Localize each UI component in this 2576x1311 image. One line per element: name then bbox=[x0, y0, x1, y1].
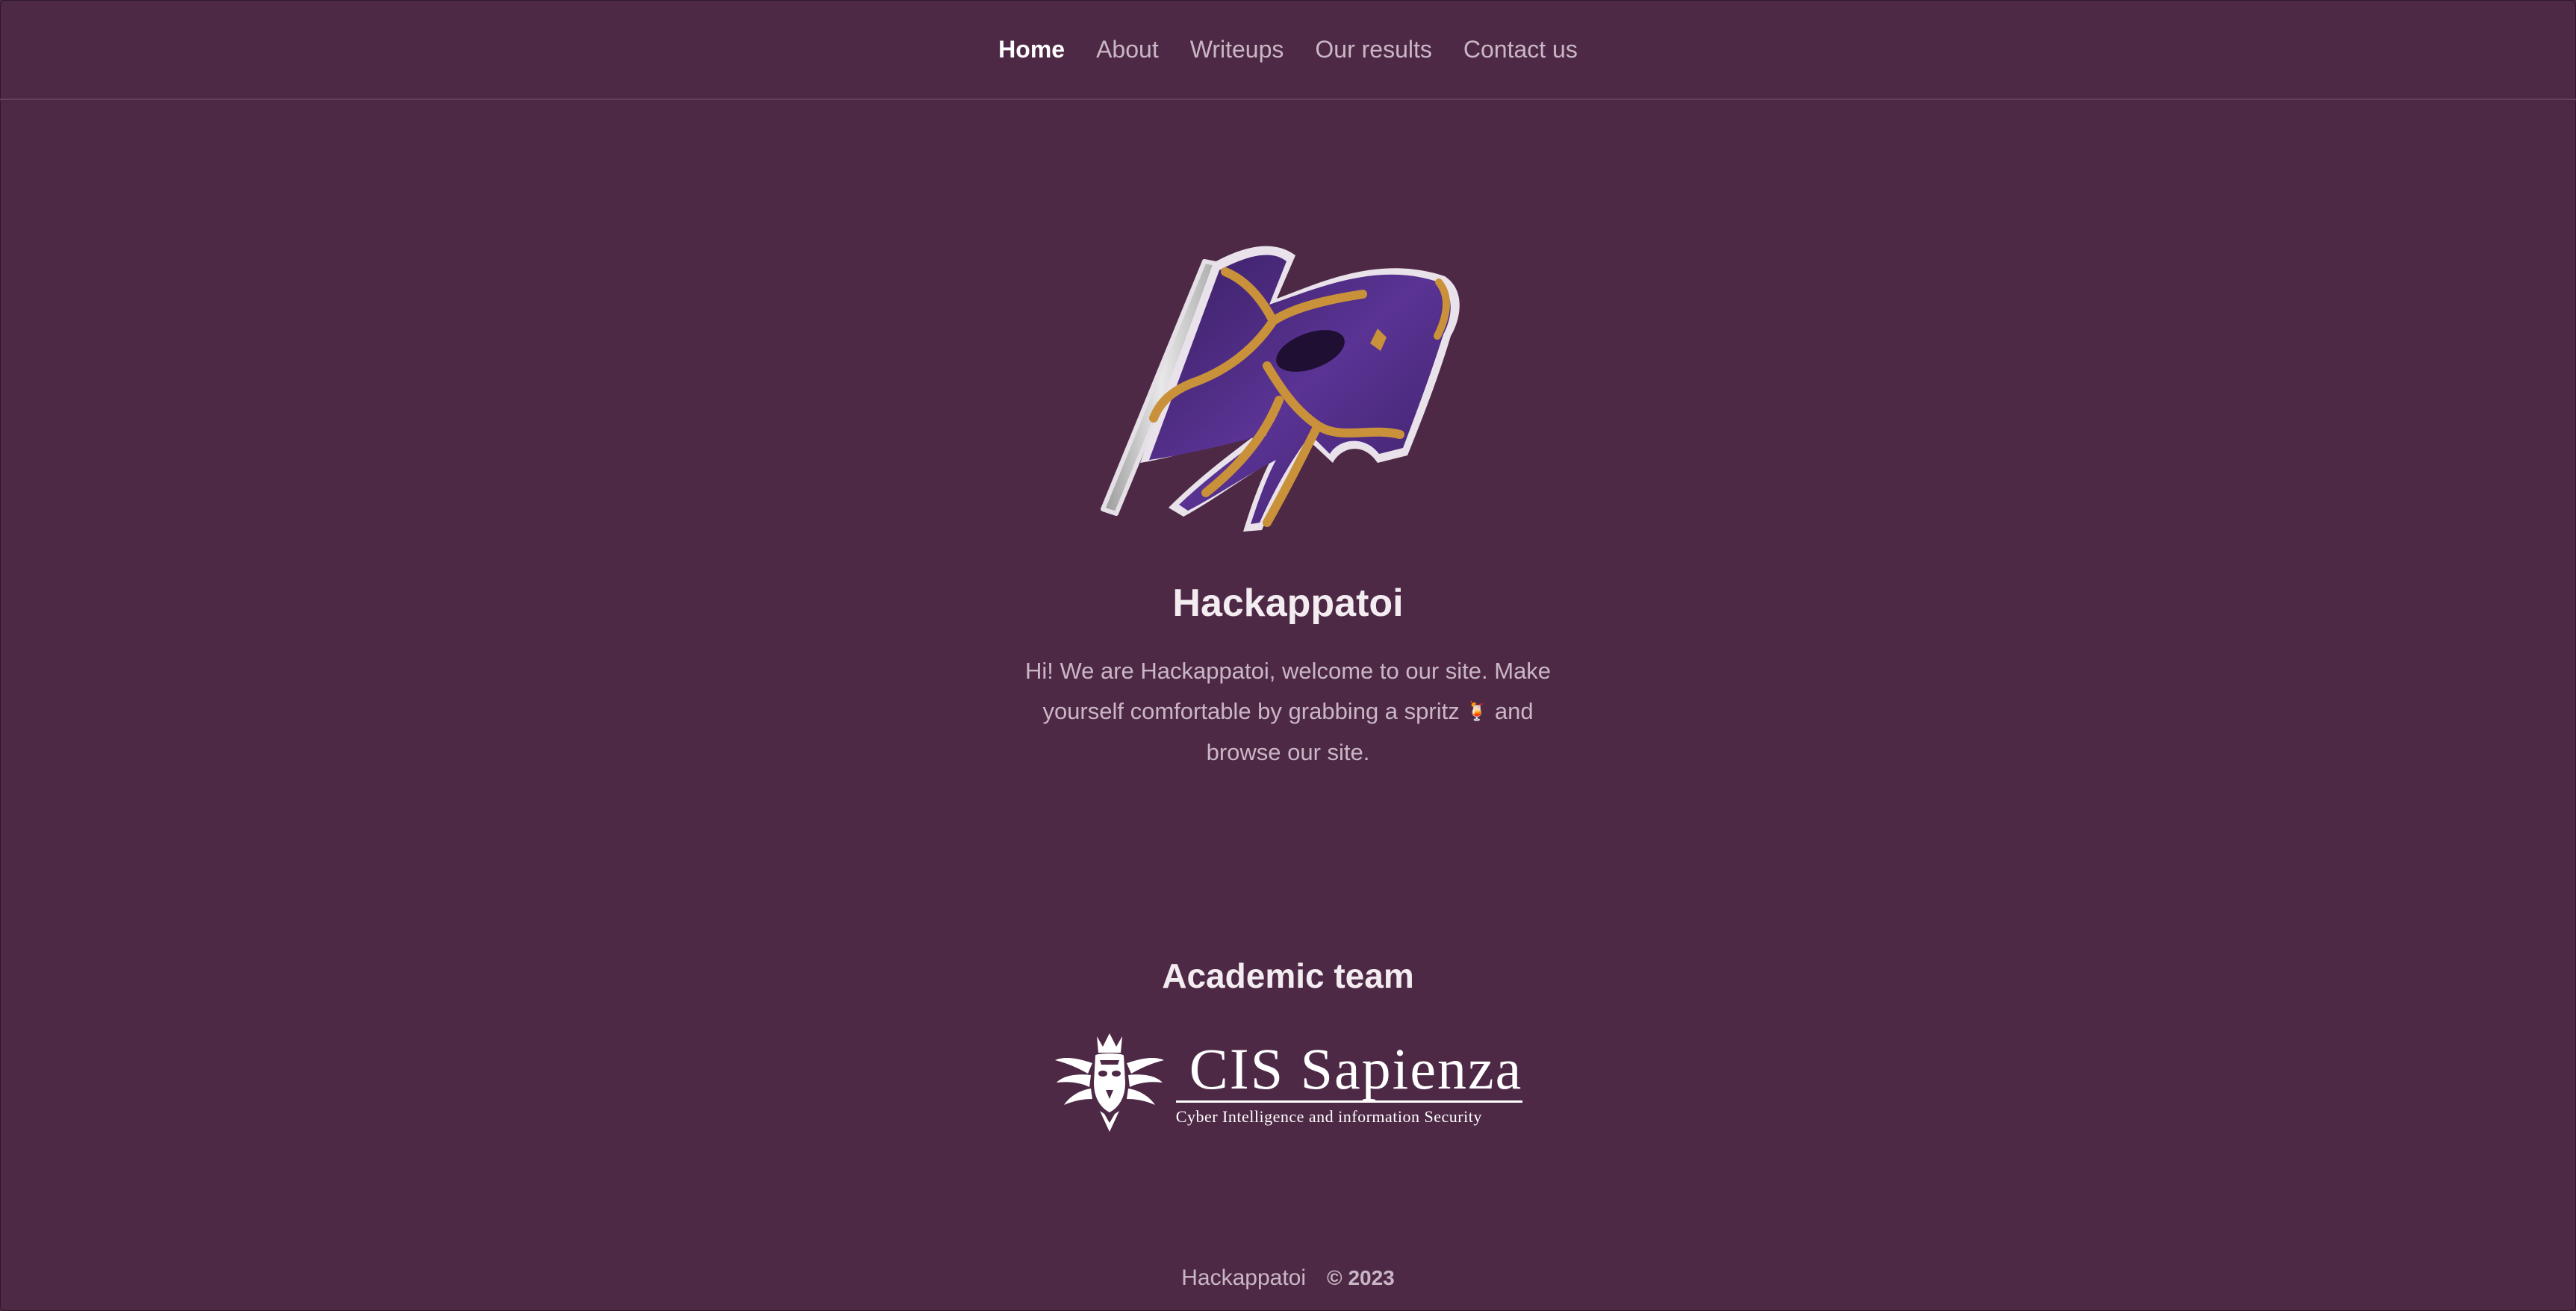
nav-our-results-link[interactable]: Our results bbox=[1299, 36, 1447, 63]
academic-team-title: Academic team bbox=[1162, 956, 1414, 995]
academic-team-section: Academic team CIS Sapienza Cyber Intelli… bbox=[0, 956, 2576, 1135]
nav-about-link[interactable]: About bbox=[1080, 36, 1175, 63]
footer-copyright: © 2023 bbox=[1327, 1266, 1395, 1289]
nav-home-link[interactable]: Home bbox=[983, 36, 1080, 63]
nav-writeups-link[interactable]: Writeups bbox=[1175, 36, 1300, 63]
footer: Hackappatoi © 2023 bbox=[0, 1265, 2576, 1291]
top-navbar: Home About Writeups Our results Contact … bbox=[0, 0, 2576, 100]
cis-text: CIS Sapienza Cyber Intelligence and info… bbox=[1175, 1038, 1523, 1127]
hero-description: Hi! We are Hackappatoi, welcome to our s… bbox=[1004, 651, 1572, 773]
cis-name: CIS Sapienza bbox=[1175, 1038, 1523, 1103]
flag-logo-icon bbox=[1101, 246, 1460, 532]
nav-list: Home About Writeups Our results Contact … bbox=[983, 0, 1593, 99]
cis-emblem-icon bbox=[1054, 1033, 1164, 1132]
cis-sapienza-logo[interactable]: CIS Sapienza Cyber Intelligence and info… bbox=[1054, 1030, 1523, 1135]
spritz-icon: 🍹 bbox=[1466, 702, 1489, 722]
hero-section: Hackappatoi Hi! We are Hackappatoi, welc… bbox=[0, 239, 2576, 773]
cis-subtitle: Cyber Intelligence and information Secur… bbox=[1175, 1106, 1482, 1126]
footer-brand: Hackappatoi bbox=[1181, 1265, 1307, 1290]
page-title: Hackappatoi bbox=[1172, 582, 1404, 625]
nav-contact-us-link[interactable]: Contact us bbox=[1448, 36, 1593, 63]
